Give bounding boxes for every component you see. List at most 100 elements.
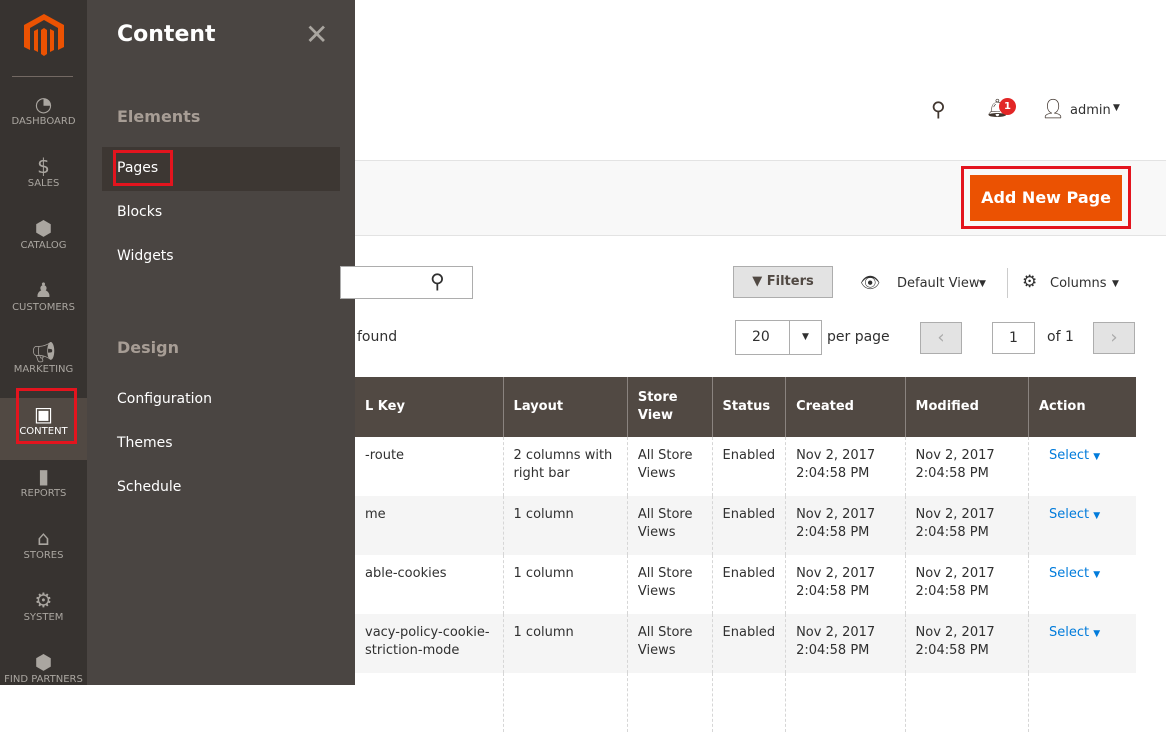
dashboard-icon: ◔ (34, 92, 53, 116)
column-header[interactable]: Layout (502, 377, 628, 437)
filter-icon: ▼ (752, 274, 767, 289)
table-cell: 1 column (502, 496, 628, 555)
table-cell (502, 673, 628, 732)
nav-item-reports[interactable]: ▮ REPORTS (0, 460, 87, 522)
section-design: Design (117, 338, 179, 357)
prev-page-button[interactable]: ‹ (920, 322, 962, 354)
table-cell: Select ▼ (1027, 555, 1136, 614)
select-action[interactable]: Select (1049, 625, 1089, 640)
nav-item-find-partners[interactable]: ⬢ FIND PARTNERS (0, 646, 87, 708)
chevron-down-icon: ▼ (1112, 279, 1119, 289)
nav-label: DASHBOARD (11, 116, 76, 127)
nav-item-customers[interactable]: ♟ CUSTOMERS (0, 274, 87, 336)
content-highlight-box (16, 388, 77, 444)
column-header[interactable]: L Key (355, 377, 504, 437)
table-cell (626, 673, 713, 732)
eye-icon: 👁︎ (860, 273, 881, 292)
divider (1007, 268, 1008, 298)
table-cell: All Store Views (626, 614, 713, 673)
nav-label: SYSTEM (23, 612, 64, 623)
divider (12, 76, 73, 77)
table-cell: All Store Views (626, 555, 713, 614)
table-cell: Select ▼ (1027, 496, 1136, 555)
menu-item-configuration[interactable]: Configuration (117, 391, 212, 407)
nav-label: REPORTS (20, 488, 67, 499)
admin-sidebar: ◔ DASHBOARD $ SALES ⬢ CATALOG ♟ CUSTOMERS 📢︎ MARK… (0, 0, 87, 685)
nav-item-system[interactable]: ⚙ SYSTEM (0, 584, 87, 646)
user-icon[interactable]: 👤︎ (1041, 97, 1065, 120)
records-found: found (357, 329, 398, 345)
filters-label: Filters (766, 274, 814, 289)
chevron-down-icon: ▼ (1093, 629, 1101, 639)
table-cell: All Store Views (626, 437, 713, 496)
table-cell: Nov 2, 2017 2:04:58 PM (785, 496, 906, 555)
select-action[interactable]: Select (1049, 566, 1089, 581)
table-cell: -route (365, 448, 405, 463)
menu-item-widgets[interactable]: Widgets (117, 248, 174, 264)
column-header[interactable]: Store View (626, 377, 713, 437)
person-icon: ♟ (34, 278, 53, 302)
user-menu[interactable]: admin (1070, 103, 1111, 118)
page-input[interactable]: 1 (992, 322, 1035, 354)
table-cell: Nov 2, 2017 2:04:58 PM (904, 555, 1029, 614)
filters-button[interactable]: ▼ Filters (733, 266, 833, 298)
nav-label: STORES (23, 550, 64, 561)
table-cell: Enabled (711, 555, 786, 614)
table-cell: Select ▼ (1027, 614, 1136, 673)
magento-logo-icon[interactable] (24, 14, 64, 58)
cubes-icon: ⬢ (34, 650, 53, 674)
chevron-down-icon: ▼ (1093, 570, 1101, 580)
store-icon: ⌂ (37, 526, 50, 550)
notification-count: 1 (999, 98, 1016, 115)
chevron-down-icon[interactable]: ▼ (789, 321, 821, 354)
pages-highlight-box (113, 150, 173, 186)
nav-item-sales[interactable]: $ SALES (0, 150, 87, 212)
flyout-title: Content (117, 22, 216, 47)
table-cell: Nov 2, 2017 2:04:58 PM (904, 496, 1029, 555)
chevron-down-icon: ▼ (1093, 452, 1101, 462)
column-header[interactable]: Action (1027, 377, 1136, 437)
table-cell (785, 673, 906, 732)
table-cell: Enabled (711, 614, 786, 673)
column-header[interactable]: Created (785, 377, 906, 437)
search-icon[interactable]: ⚲ (931, 97, 946, 121)
table-cell: All Store Views (626, 496, 713, 555)
add-button-highlight-box (961, 166, 1131, 229)
table-row: -route 2 columns with right bar All Store … (355, 437, 1136, 496)
chevron-down-icon: ▼ (1093, 511, 1101, 521)
column-header[interactable]: Modified (904, 377, 1029, 437)
box-icon: ⬢ (34, 216, 53, 240)
nav-item-stores[interactable]: ⌂ STORES (0, 522, 87, 584)
columns-dropdown[interactable]: Columns (1050, 276, 1107, 291)
menu-item-blocks[interactable]: Blocks (117, 204, 162, 220)
table-cell (711, 673, 786, 732)
select-action[interactable]: Select (1049, 507, 1089, 522)
menu-item-schedule[interactable]: Schedule (117, 479, 181, 495)
next-page-button[interactable]: › (1093, 322, 1135, 354)
default-view-dropdown[interactable]: Default View (897, 276, 979, 291)
table-cell: Nov 2, 2017 2:04:58 PM (785, 555, 906, 614)
table-cell: 1 column (502, 555, 628, 614)
dollar-icon: $ (37, 154, 50, 178)
search-icon[interactable]: ⚲ (430, 269, 445, 293)
nav-item-dashboard[interactable]: ◔ DASHBOARD (0, 88, 87, 150)
table-cell (904, 673, 1029, 732)
table-cell (1027, 673, 1136, 732)
table-row: able-cookies 1 column All Store Views Enabl… (355, 555, 1136, 614)
page-total: of 1 (1047, 329, 1074, 345)
table-row: me 1 column All Store Views Enabled Nov 2, 2… (355, 496, 1136, 555)
per-page-value: 20 (752, 329, 770, 345)
table-cell: Nov 2, 2017 2:04:58 PM (785, 437, 906, 496)
chevron-down-icon: ▼ (1113, 103, 1120, 113)
table-cell: vacy-policy-cookie- striction-mode (355, 614, 504, 673)
table-cell: Enabled (711, 437, 786, 496)
nav-label: SALES (27, 178, 60, 189)
bar-chart-icon: ▮ (37, 464, 49, 488)
close-icon[interactable]: ✕ (305, 18, 328, 51)
nav-item-catalog[interactable]: ⬢ CATALOG (0, 212, 87, 274)
menu-item-themes[interactable]: Themes (117, 435, 173, 451)
search-input[interactable] (340, 266, 473, 299)
select-action[interactable]: Select (1049, 448, 1089, 463)
column-header[interactable]: Status (711, 377, 786, 437)
table-cell: Nov 2, 2017 2:04:58 PM (904, 437, 1029, 496)
